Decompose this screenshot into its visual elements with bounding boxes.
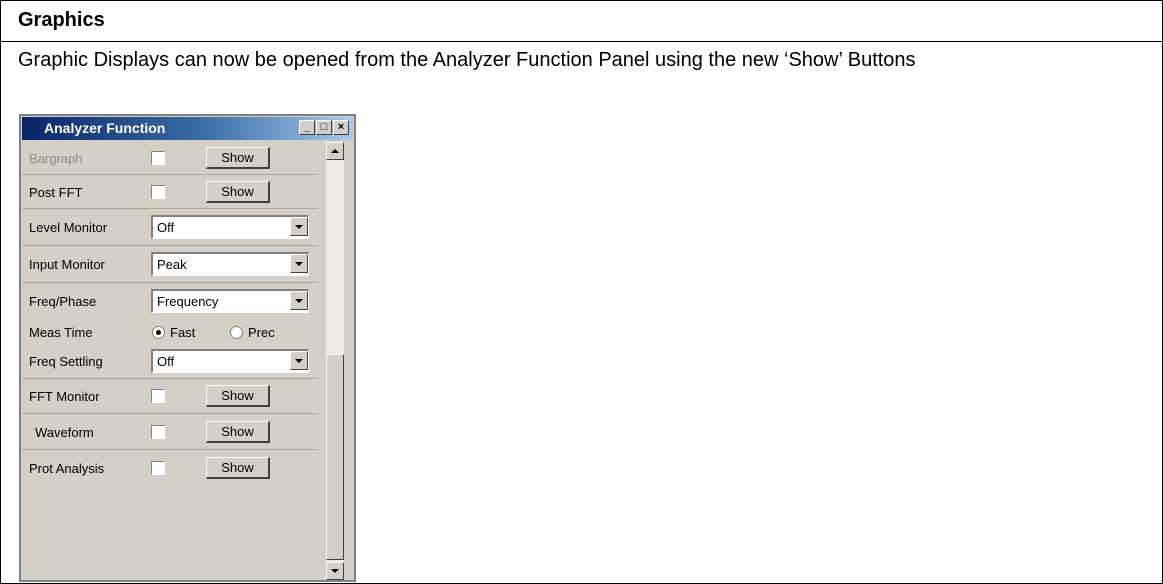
fast-radio-label: Fast xyxy=(170,325,196,340)
row-prot-analysis: Prot Analysis Show xyxy=(23,450,318,486)
meas-time-label: Meas Time xyxy=(29,325,93,340)
input-monitor-label: Input Monitor xyxy=(29,257,105,272)
bargraph-label: Bargraph xyxy=(29,151,83,166)
freq-phase-value: Frequency xyxy=(157,294,219,309)
chevron-down-icon[interactable] xyxy=(290,351,308,370)
row-fft-monitor: FFT Monitor Show xyxy=(23,379,318,414)
row-level-monitor: Level Monitor Off xyxy=(23,209,318,246)
waveform-checkbox[interactable] xyxy=(151,425,165,439)
prot-analysis-show-button[interactable]: Show xyxy=(206,457,270,479)
vertical-scrollbar[interactable] xyxy=(326,142,344,580)
close-button[interactable]: × xyxy=(333,120,349,135)
level-monitor-value: Off xyxy=(157,220,175,235)
maximize-button[interactable]: □ xyxy=(316,120,332,135)
row-freq-settling: Freq Settling Off xyxy=(23,347,318,379)
minimize-button[interactable]: _ xyxy=(299,120,315,135)
chevron-down-icon[interactable] xyxy=(290,217,308,236)
fft-monitor-label: FFT Monitor xyxy=(29,389,100,404)
scroll-up-icon[interactable] xyxy=(326,142,344,160)
freq-settling-label: Freq Settling xyxy=(29,354,103,369)
row-input-monitor: Input Monitor Peak xyxy=(23,246,318,283)
heading-row: Graphics xyxy=(1,1,1162,42)
level-monitor-label: Level Monitor xyxy=(29,220,108,235)
input-monitor-select[interactable]: Peak xyxy=(151,252,309,276)
fft-monitor-checkbox[interactable] xyxy=(151,389,165,403)
analyzer-function-panel: Analyzer Function _ □ × Bargraph Show Po… xyxy=(19,114,356,582)
fast-radio[interactable] xyxy=(152,326,165,339)
freq-phase-select[interactable]: Frequency xyxy=(151,289,309,313)
prec-radio-label: Prec xyxy=(248,325,275,340)
freq-settling-value: Off xyxy=(157,354,175,369)
row-freq-phase: Freq/Phase Frequency xyxy=(23,283,318,319)
row-meas-time: Meas Time Fast Prec xyxy=(23,319,318,347)
prot-analysis-checkbox[interactable] xyxy=(151,461,165,475)
document-table: Graphics Graphic Displays can now be ope… xyxy=(0,0,1163,584)
waveform-show-button[interactable]: Show xyxy=(206,421,270,443)
panel-titlebar[interactable]: Analyzer Function _ □ × xyxy=(22,117,353,140)
scroll-thumb[interactable] xyxy=(326,354,344,560)
waveform-label: Waveform xyxy=(35,425,94,440)
freq-settling-select[interactable]: Off xyxy=(151,349,309,373)
post-fft-show-button[interactable]: Show xyxy=(206,181,270,203)
row-post-fft: Post FFT Show xyxy=(23,175,318,209)
chevron-down-icon[interactable] xyxy=(290,291,308,310)
prec-radio[interactable] xyxy=(230,326,243,339)
row-bargraph: Bargraph Show xyxy=(23,142,318,175)
level-monitor-select[interactable]: Off xyxy=(151,215,309,239)
row-waveform: Waveform Show xyxy=(23,414,318,450)
panel-title: Analyzer Function xyxy=(44,120,166,136)
fft-monitor-show-button[interactable]: Show xyxy=(206,385,270,407)
bargraph-show-button[interactable]: Show xyxy=(206,147,270,169)
post-fft-label: Post FFT xyxy=(29,185,83,200)
scroll-down-icon[interactable] xyxy=(326,562,344,580)
section-heading: Graphics xyxy=(18,9,105,31)
prot-analysis-label: Prot Analysis xyxy=(29,461,105,476)
description-text: Graphic Displays can now be opened from … xyxy=(18,49,916,71)
chevron-down-icon[interactable] xyxy=(290,254,308,273)
post-fft-checkbox[interactable] xyxy=(151,185,165,199)
input-monitor-value: Peak xyxy=(157,257,187,272)
freq-phase-label: Freq/Phase xyxy=(29,294,97,309)
bargraph-checkbox[interactable] xyxy=(151,151,165,165)
